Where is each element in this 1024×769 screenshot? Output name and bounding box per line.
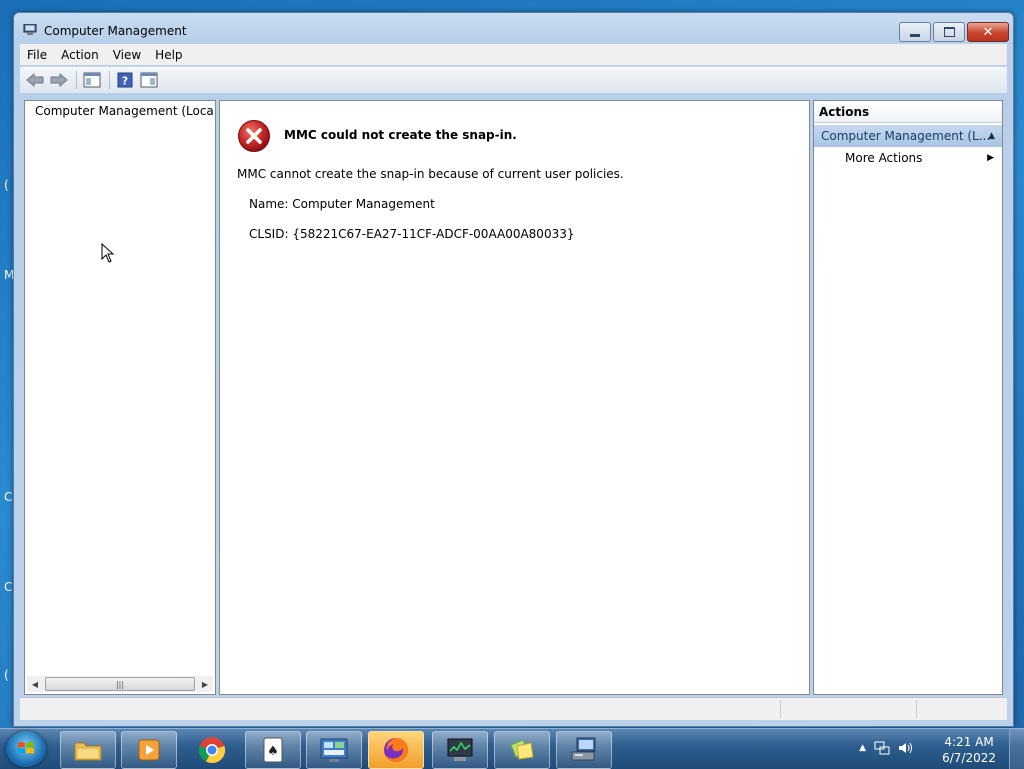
system-tray: ▲ bbox=[859, 741, 914, 755]
actions-group-label: Computer Management (L... bbox=[821, 129, 991, 143]
taskbar-task-manager[interactable] bbox=[432, 731, 488, 769]
start-button[interactable] bbox=[6, 731, 46, 767]
menu-bar: File Action View Help bbox=[20, 44, 1007, 65]
menu-file[interactable]: File bbox=[20, 48, 54, 62]
grip-icon: ||| bbox=[115, 679, 125, 689]
help-button[interactable]: ? bbox=[114, 70, 136, 90]
taskbar-sticky-notes[interactable] bbox=[494, 731, 550, 769]
taskbar-control-panel[interactable] bbox=[306, 731, 362, 769]
desktop-icon-edge: C bbox=[4, 580, 13, 594]
more-actions-item[interactable]: More Actions bbox=[845, 151, 922, 165]
close-button[interactable]: ✕ bbox=[967, 22, 1009, 42]
error-title: MMC could not create the snap-in. bbox=[284, 128, 517, 142]
show-hide-action-pane-button[interactable] bbox=[138, 70, 160, 90]
forward-button[interactable] bbox=[48, 70, 70, 90]
status-divider bbox=[780, 700, 781, 718]
minimize-icon bbox=[910, 33, 920, 37]
snap-in-clsid: CLSID: {58221C67-EA27-11CF-ADCF-00AA00A8… bbox=[249, 227, 575, 241]
playing-card-icon: ♠ bbox=[263, 737, 283, 763]
tree-item-label: Computer Management (Local bbox=[35, 104, 213, 118]
svg-text:♠: ♠ bbox=[267, 744, 279, 759]
scroll-thumb[interactable]: ||| bbox=[45, 677, 195, 691]
computer-management-icon bbox=[23, 24, 37, 35]
windows-logo-icon bbox=[18, 742, 34, 754]
actions-group-computer-management[interactable]: Computer Management (L... ▲ bbox=[814, 125, 1002, 147]
horizontal-scrollbar[interactable]: ◀ ||| ▶ bbox=[27, 676, 213, 692]
submenu-arrow-icon: ▶ bbox=[987, 153, 994, 163]
clock[interactable]: 4:21 AM 6/7/2022 bbox=[942, 734, 996, 766]
taskbar-chrome[interactable] bbox=[184, 731, 240, 769]
forward-arrow-icon bbox=[50, 73, 68, 87]
menu-help[interactable]: Help bbox=[148, 48, 189, 62]
clock-time: 4:21 AM bbox=[944, 735, 994, 749]
sticky-notes-icon bbox=[510, 739, 534, 760]
toolbar-separator bbox=[76, 71, 77, 89]
firefox-icon bbox=[384, 738, 408, 762]
back-button[interactable] bbox=[24, 70, 46, 90]
status-divider bbox=[916, 700, 917, 718]
folder-icon bbox=[74, 742, 102, 761]
taskbar: ♠ ▲ 4:21 AM 6/7/2022 bbox=[0, 728, 1024, 769]
maximize-icon bbox=[943, 27, 955, 37]
volume-icon[interactable] bbox=[898, 741, 914, 755]
help-icon: ? bbox=[117, 72, 133, 88]
window-controls: ✕ bbox=[897, 22, 1009, 42]
desktop-icon-edge: ( bbox=[4, 178, 9, 192]
show-desktop-button[interactable] bbox=[1009, 729, 1024, 769]
taskbar-media-player[interactable] bbox=[121, 731, 177, 769]
actions-header: Actions bbox=[814, 101, 1002, 123]
console-tree-pane: Computer Management (Local ◀ ||| ▶ bbox=[24, 100, 216, 695]
title-bar[interactable]: Computer Management ✕ bbox=[14, 13, 1013, 43]
menu-action[interactable]: Action bbox=[54, 48, 106, 62]
taskbar-firefox[interactable] bbox=[368, 731, 424, 769]
status-bar bbox=[20, 697, 1007, 720]
result-pane: MMC could not create the snap-in. MMC ca… bbox=[219, 100, 810, 695]
network-icon[interactable] bbox=[874, 741, 890, 755]
computer-management-window: Computer Management ✕ File Action View H… bbox=[13, 12, 1014, 727]
task-manager-icon bbox=[447, 738, 473, 761]
chrome-icon bbox=[198, 737, 226, 764]
minimize-button[interactable] bbox=[899, 22, 931, 42]
error-icon bbox=[238, 120, 270, 152]
taskbar-file-explorer[interactable] bbox=[60, 731, 116, 769]
console-tree-icon bbox=[83, 72, 101, 88]
clock-date: 6/7/2022 bbox=[942, 751, 996, 765]
media-player-icon bbox=[138, 739, 160, 761]
show-hidden-icons-icon[interactable]: ▲ bbox=[859, 743, 866, 753]
taskbar-computer-management[interactable] bbox=[556, 731, 612, 769]
toolbar-separator bbox=[109, 71, 110, 89]
snap-in-name: Name: Computer Management bbox=[249, 197, 435, 211]
back-arrow-icon bbox=[26, 73, 44, 87]
svg-text:?: ? bbox=[122, 75, 128, 88]
scroll-right-icon[interactable]: ▶ bbox=[197, 680, 213, 689]
mouse-cursor-icon bbox=[101, 243, 115, 263]
tree-item-computer-management[interactable]: Computer Management (Local bbox=[29, 104, 213, 118]
desktop-icon-edge: C bbox=[4, 490, 13, 504]
collapse-up-icon[interactable]: ▲ bbox=[988, 125, 995, 147]
maximize-button[interactable] bbox=[933, 22, 965, 42]
close-icon: ✕ bbox=[982, 24, 994, 40]
scroll-left-icon[interactable]: ◀ bbox=[27, 680, 43, 689]
computer-management-taskbar-icon bbox=[571, 737, 596, 761]
show-hide-console-tree-button[interactable] bbox=[81, 70, 103, 90]
error-message: MMC cannot create the snap-in because of… bbox=[237, 167, 624, 181]
desktop-icon-edge: ( bbox=[4, 668, 9, 682]
window-title: Computer Management bbox=[44, 24, 187, 38]
actions-pane: Actions Computer Management (L... ▲ More… bbox=[813, 100, 1003, 695]
toolbar: ? bbox=[20, 66, 1007, 93]
action-pane-icon bbox=[140, 72, 158, 88]
menu-view[interactable]: View bbox=[106, 48, 148, 62]
taskbar-solitaire[interactable]: ♠ bbox=[245, 731, 301, 769]
control-panel-icon bbox=[320, 738, 348, 762]
